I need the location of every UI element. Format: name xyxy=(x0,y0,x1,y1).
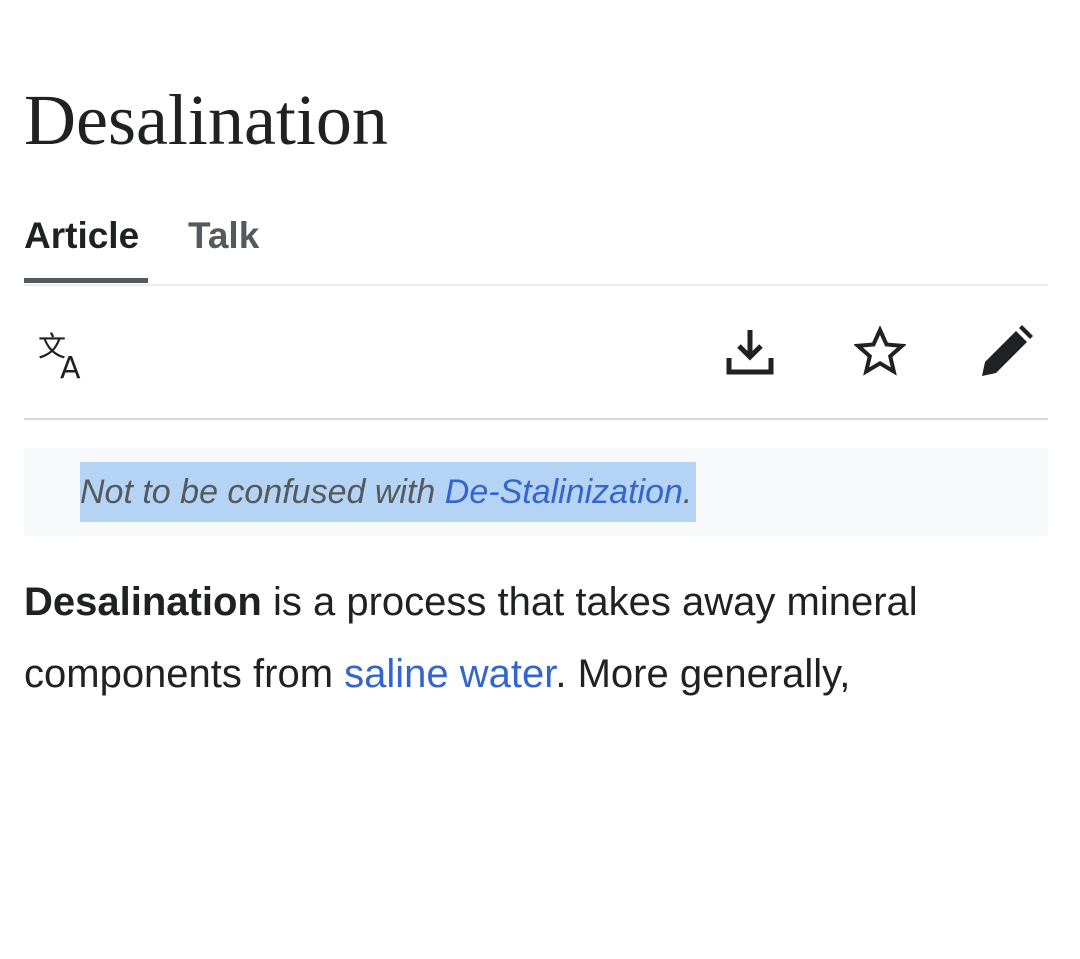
lead-term: Desalination xyxy=(24,580,262,624)
saline-water-link[interactable]: saline water xyxy=(344,652,555,696)
star-icon[interactable] xyxy=(853,325,907,378)
active-tab-indicator xyxy=(24,278,148,283)
tab-bar: Article Talk xyxy=(24,212,1048,286)
page-actions-toolbar: 文 A xyxy=(24,286,1048,420)
download-icon[interactable] xyxy=(724,326,776,378)
svg-text:A: A xyxy=(60,351,81,380)
tab-article[interactable]: Article xyxy=(24,212,139,260)
hatnote: Not to be confused with De-Stalinization… xyxy=(24,448,1048,536)
language-icon[interactable]: 文 A xyxy=(38,330,96,386)
lead-text-2: . More generally, xyxy=(555,652,851,696)
hatnote-link[interactable]: De-Stalinization xyxy=(445,473,683,511)
page-title: Desalination xyxy=(24,80,388,160)
lead-paragraph: Desalination is a process that takes awa… xyxy=(24,566,1064,710)
hatnote-text: Not to be confused with De-Stalinization… xyxy=(80,462,697,522)
tab-talk[interactable]: Talk xyxy=(188,212,259,260)
pencil-icon[interactable] xyxy=(978,324,1034,380)
hatnote-prefix: Not to be confused with xyxy=(80,473,445,511)
hatnote-suffix: . xyxy=(682,473,693,511)
